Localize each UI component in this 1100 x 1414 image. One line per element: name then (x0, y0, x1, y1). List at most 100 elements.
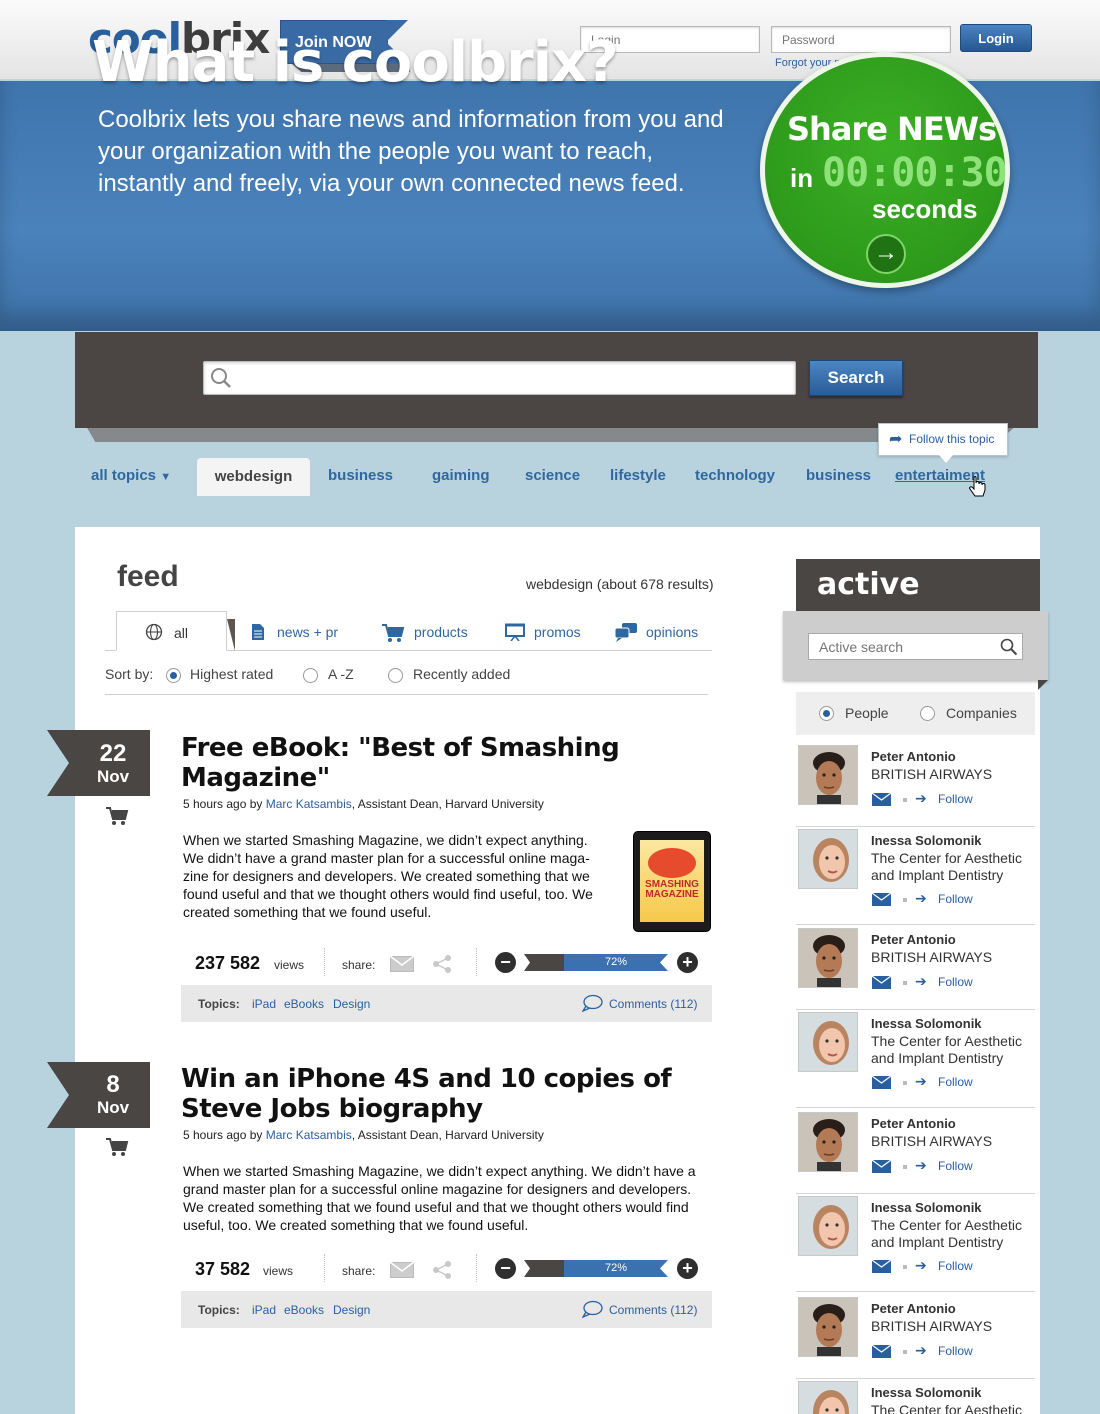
topic-tag-ebooks[interactable]: eBooks (284, 1303, 324, 1317)
topic-tag-ipad[interactable]: iPad (252, 1303, 276, 1317)
person-name[interactable]: Peter Antonio (871, 749, 956, 764)
topic-tag-ebooks[interactable]: eBooks (284, 997, 324, 1011)
sort-a-z-radio[interactable] (303, 668, 318, 683)
avatar[interactable] (798, 928, 858, 988)
topic-tag-design[interactable]: Design (333, 997, 370, 1011)
tab-promos[interactable]: promos (534, 624, 581, 640)
mail-icon[interactable] (872, 793, 891, 806)
topic-business-2[interactable]: business (806, 467, 871, 484)
topics-label: Topics: (198, 1303, 240, 1317)
comment-icon (582, 994, 603, 1012)
filter-companies-radio[interactable] (920, 706, 935, 721)
separator (903, 1165, 907, 1169)
avatar[interactable] (798, 829, 858, 889)
topics-label: Topics: (198, 997, 240, 1011)
mail-icon[interactable] (872, 976, 891, 989)
person-name[interactable]: Inessa Solomonik (871, 1016, 982, 1031)
feed-title: feed (117, 560, 179, 593)
comment-icon (582, 1300, 603, 1318)
search-icon[interactable] (1000, 638, 1018, 656)
avatar[interactable] (798, 1297, 858, 1357)
search-input[interactable] (203, 361, 796, 395)
rate-up-button[interactable]: + (677, 1258, 698, 1279)
sort-highest-rated-radio[interactable] (166, 668, 181, 683)
topic-technology[interactable]: technology (695, 467, 775, 484)
person-name[interactable]: Peter Antonio (871, 1301, 956, 1316)
post-time: 5 hours ago by (183, 1128, 266, 1142)
separator (903, 798, 907, 802)
follow-flag-icon: ➔ (915, 1073, 927, 1089)
follow-button[interactable]: Follow (938, 975, 973, 989)
hand-cursor-icon (969, 476, 986, 497)
topic-tag-ipad[interactable]: iPad (252, 997, 276, 1011)
rate-up-button[interactable]: + (677, 952, 698, 973)
follow-flag-icon: ➔ (915, 790, 927, 806)
share-label: share: (342, 1264, 376, 1278)
rate-down-button[interactable]: − (495, 952, 516, 973)
person-name[interactable]: Inessa Solomonik (871, 1385, 982, 1400)
avatar[interactable] (798, 1112, 858, 1172)
tab-opinions[interactable]: opinions (646, 624, 698, 640)
avatar[interactable] (798, 1196, 858, 1256)
rating-value: 72% (604, 1262, 628, 1274)
topic-lifestyle[interactable]: lifestyle (610, 467, 666, 484)
follow-button[interactable]: Follow (938, 1159, 973, 1173)
comments-link[interactable]: Comments (112) (609, 1303, 697, 1317)
avatar[interactable] (798, 745, 858, 805)
tab-products[interactable]: products (414, 624, 468, 640)
share-icon[interactable] (432, 954, 452, 974)
author-link[interactable]: Marc Katsambis (266, 797, 352, 811)
author-link[interactable]: Marc Katsambis (266, 1128, 352, 1142)
mail-icon[interactable] (872, 1260, 891, 1273)
arrow-right-icon[interactable]: → (866, 234, 906, 274)
person-organization: BRITISH AIRWAYS (871, 1133, 993, 1149)
topic-webdesign[interactable]: webdesign (197, 458, 310, 496)
rating-bar-fill: 72% (564, 954, 668, 971)
rating-value: 72% (604, 956, 628, 968)
avatar[interactable] (798, 1012, 858, 1072)
mail-icon[interactable] (872, 893, 891, 906)
person-name[interactable]: Peter Antonio (871, 932, 956, 947)
follow-button[interactable]: Follow (938, 1259, 973, 1273)
post-time: 5 hours ago by (183, 797, 266, 811)
follow-topic-tooltip[interactable]: ➦ Follow this topic (878, 423, 1008, 463)
mail-icon[interactable] (872, 1076, 891, 1089)
comments-link[interactable]: Comments (112) (609, 997, 697, 1011)
follow-button[interactable]: Follow (938, 1344, 973, 1358)
mail-icon[interactable] (872, 1345, 891, 1358)
rating-bar-remainder (524, 1260, 564, 1277)
date-month: Nov (96, 767, 130, 786)
topic-science[interactable]: science (525, 467, 580, 484)
sort-recently-added-radio[interactable] (388, 668, 403, 683)
post-title[interactable]: Free eBook: "Best of Smashing Magazine" (181, 733, 701, 793)
share-icon[interactable] (432, 1260, 452, 1280)
post-title[interactable]: Win an iPhone 4S and 10 copies of Steve … (181, 1064, 701, 1124)
rate-down-button[interactable]: − (495, 1258, 516, 1279)
follow-button[interactable]: Follow (938, 792, 973, 806)
avatar[interactable] (798, 1381, 858, 1414)
post-meta: 5 hours ago by Marc Katsambis, Assistant… (183, 1128, 544, 1142)
topic-business[interactable]: business (328, 467, 393, 484)
tab-news-pr[interactable]: news + pr (277, 624, 338, 640)
tab-all[interactable]: all (116, 611, 227, 651)
topic-tag-design[interactable]: Design (333, 1303, 370, 1317)
follow-button[interactable]: Follow (938, 892, 973, 906)
mail-icon[interactable] (872, 1160, 891, 1173)
follow-flag-icon: ➔ (915, 890, 927, 906)
person-name[interactable]: Inessa Solomonik (871, 1200, 982, 1215)
follow-button[interactable]: Follow (938, 1075, 973, 1089)
topic-gaiming[interactable]: gaiming (432, 467, 490, 484)
filter-people-radio[interactable] (819, 706, 834, 721)
login-button[interactable]: Login (960, 24, 1032, 52)
person-name[interactable]: Peter Antonio (871, 1116, 956, 1131)
password-input[interactable] (771, 26, 951, 53)
sort-highest-rated-label: Highest rated (190, 666, 274, 682)
search-button[interactable]: Search (809, 360, 903, 396)
mail-icon[interactable] (390, 956, 414, 972)
separator (324, 1254, 325, 1282)
rating-bar-remainder (524, 954, 564, 971)
person-name[interactable]: Inessa Solomonik (871, 833, 982, 848)
active-search-input[interactable] (808, 633, 1023, 660)
mail-icon[interactable] (390, 1262, 414, 1278)
all-topics-dropdown[interactable]: all topics ▼ (91, 467, 171, 484)
